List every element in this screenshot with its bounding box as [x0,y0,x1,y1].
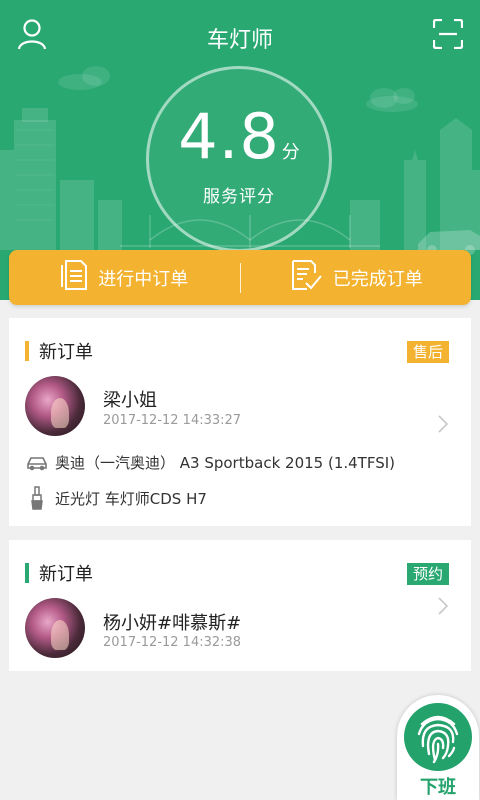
score-value: 4.8 [178,100,280,173]
chevron-right-icon[interactable] [437,414,449,438]
avatar [25,598,85,658]
fingerprint-icon[interactable] [404,703,472,771]
tab-completed-orders[interactable]: 已完成订单 [241,250,472,305]
car-model: 奥迪（一汽奥迪） A3 Sportback 2015 (1.4TFSI) [55,454,395,472]
score-unit: 分 [281,142,300,163]
score-label: 服务评分 [203,187,275,207]
service-score: 4.8 分 [146,100,332,173]
tab-label: 已完成订单 [332,268,423,290]
product-name: 近光灯 车灯师CDS H7 [55,489,207,508]
scan-icon[interactable] [430,16,466,52]
order-time: 2017-12-12 14:32:38 [103,635,242,650]
order-card[interactable]: 新订单 售后 梁小姐 2017-12-12 14:33:27 奥迪（一汽奥迪） … [9,318,471,526]
card-accent-bar [25,341,29,361]
card-title: 新订单 [39,564,93,585]
card-title: 新订单 [39,342,93,363]
page-title: 车灯师 [206,28,273,53]
product-info: 近光灯 车灯师CDS H7 [25,486,207,510]
customer-name: 梁小姐 [103,390,157,411]
order-tabs: 进行中订单 已完成订单 [9,250,471,305]
clock-out-button[interactable]: 下班 [397,695,479,800]
order-time: 2017-12-12 14:33:27 [103,413,242,428]
card-header: 新订单 [25,562,93,585]
customer-name: 杨小妍#啡慕斯# [103,613,242,634]
document-icon [60,259,88,296]
card-header: 新订单 [25,340,93,363]
document-check-icon [289,259,323,296]
tab-label: 进行中订单 [98,268,189,290]
status-badge: 售后 [406,341,449,363]
car-icon [25,455,49,471]
clock-out-label: 下班 [420,777,456,798]
car-info: 奥迪（一汽奥迪） A3 Sportback 2015 (1.4TFSI) [25,452,395,473]
order-card[interactable]: 新订单 预约 杨小妍#啡慕斯# 2017-12-12 14:32:38 [9,540,471,671]
chevron-right-icon[interactable] [437,596,449,620]
card-accent-bar [25,563,29,583]
avatar [25,376,85,436]
bulb-icon [25,486,49,510]
tab-in-progress-orders[interactable]: 进行中订单 [9,250,240,305]
status-badge: 预约 [406,563,449,585]
